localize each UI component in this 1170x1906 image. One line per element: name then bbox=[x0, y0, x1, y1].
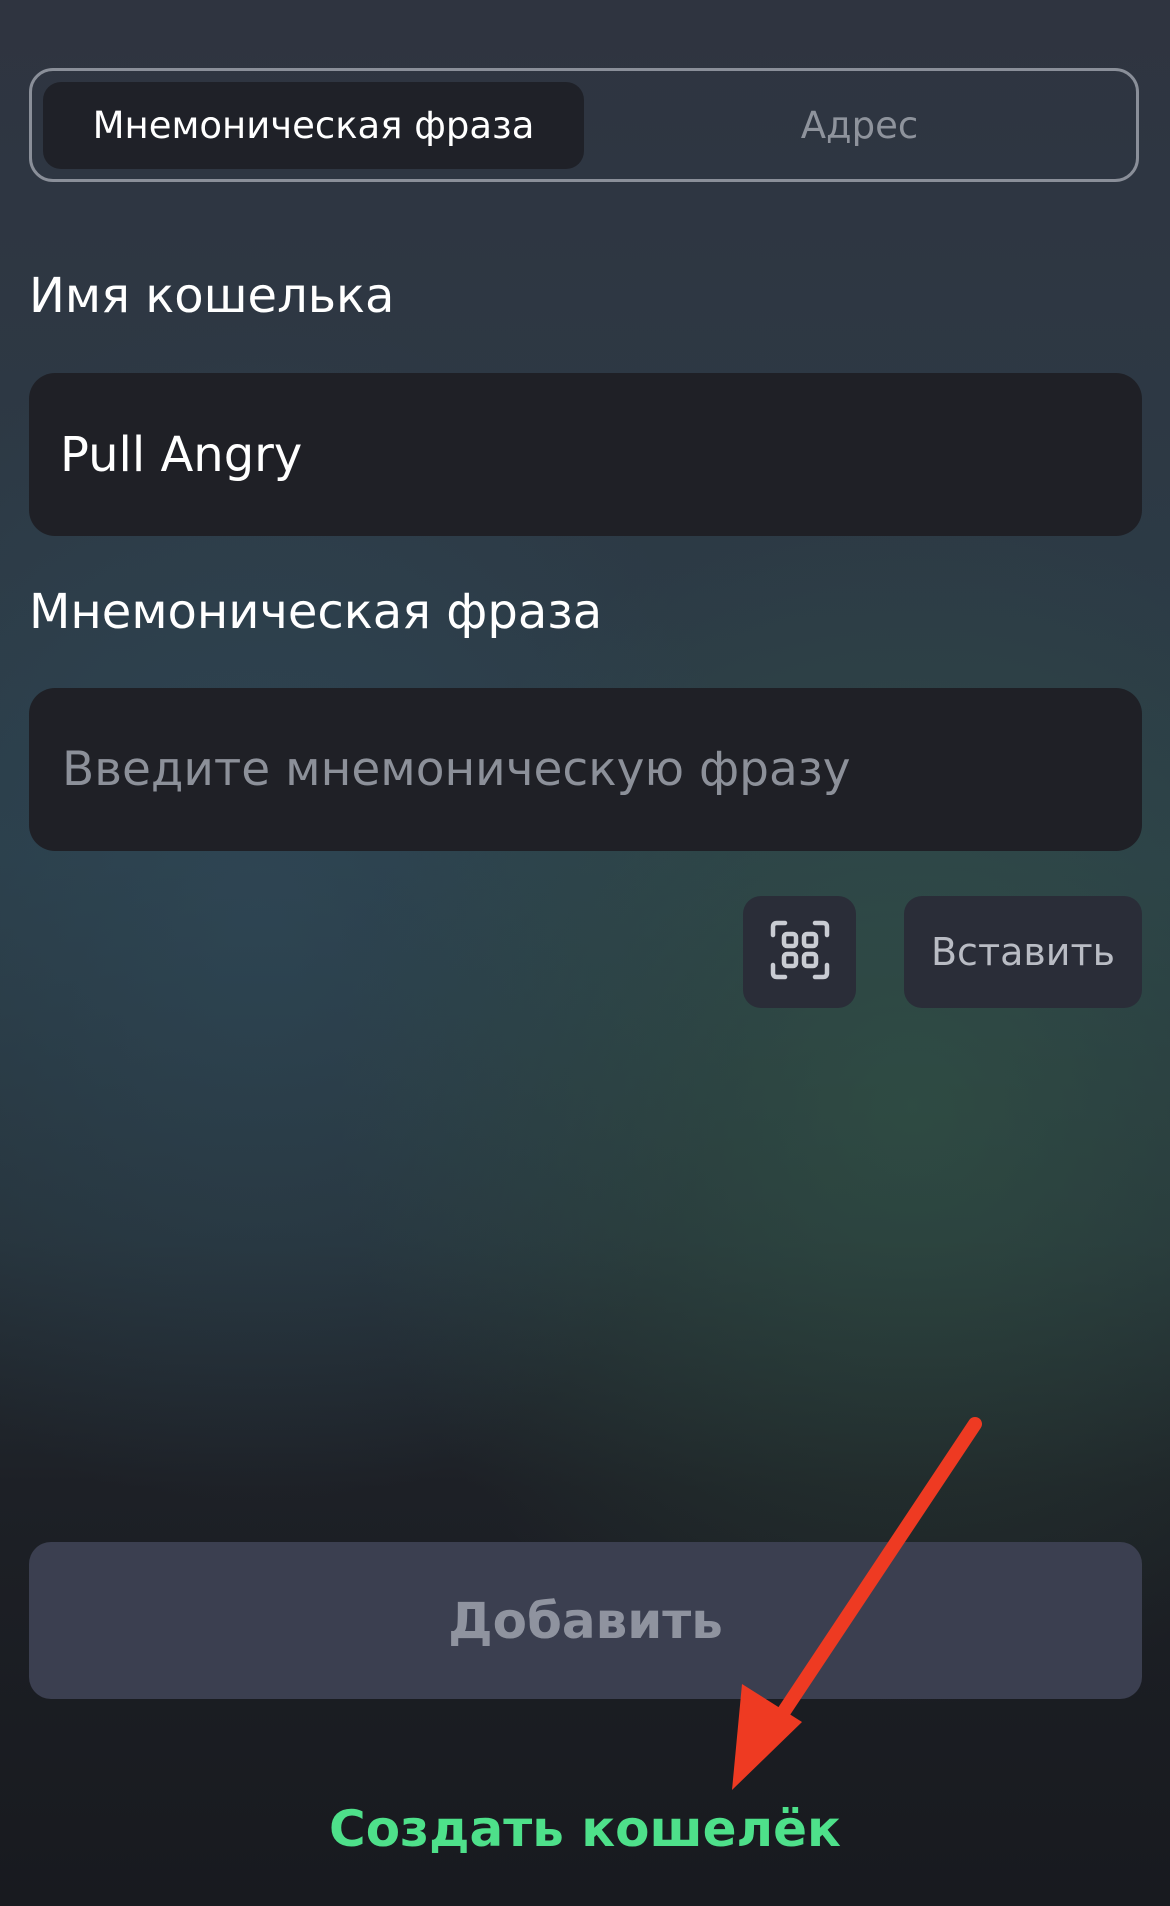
mnemonic-field[interactable] bbox=[29, 688, 1142, 851]
import-mode-toggle: Мнемоническая фраза Адрес bbox=[29, 68, 1139, 182]
wallet-name-field[interactable]: Pull Angry bbox=[29, 373, 1142, 536]
tab-mnemonic-label: Мнемоническая фраза bbox=[92, 104, 535, 147]
paste-button[interactable]: Вставить bbox=[904, 896, 1142, 1008]
tab-mnemonic[interactable]: Мнемоническая фраза bbox=[43, 82, 584, 169]
tab-address[interactable]: Адрес bbox=[587, 82, 1132, 169]
wallet-name-value: Pull Angry bbox=[60, 426, 303, 483]
annotation-arrow-icon bbox=[732, 1417, 982, 1790]
wallet-name-label: Имя кошелька bbox=[29, 268, 395, 324]
mnemonic-label: Мнемоническая фраза bbox=[29, 584, 603, 640]
add-button-label: Добавить bbox=[448, 1591, 723, 1650]
paste-button-label: Вставить bbox=[930, 930, 1115, 974]
scan-qr-button[interactable] bbox=[743, 896, 856, 1008]
qr-scan-icon bbox=[769, 919, 831, 985]
mnemonic-input[interactable] bbox=[60, 741, 1142, 798]
tab-address-label: Адрес bbox=[800, 104, 919, 147]
